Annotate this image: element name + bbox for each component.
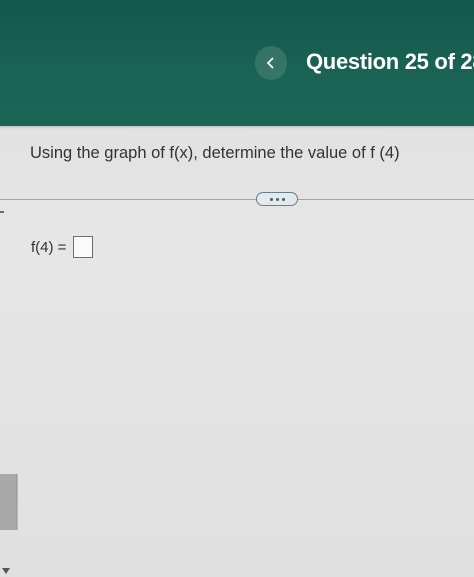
ellipsis-icon <box>269 197 273 201</box>
question-prompt: Using the graph of f(x), determine the v… <box>30 144 400 162</box>
arrow-down-icon[interactable] <box>2 568 10 574</box>
expand-question-button[interactable] <box>256 192 298 206</box>
header-shadow <box>0 126 474 129</box>
chevron-left-icon <box>266 56 276 70</box>
left-edge-marker <box>0 211 4 213</box>
scrollbar-track[interactable] <box>0 474 18 530</box>
answer-row: f(4) = <box>31 236 94 258</box>
answer-input-box[interactable] <box>73 236 94 258</box>
question-counter: Question 25 of 28 <box>306 49 474 74</box>
section-divider <box>0 199 474 200</box>
header-bar: Question 25 of 28 <box>0 0 474 126</box>
back-button[interactable] <box>255 46 287 80</box>
scrollbar-thumb[interactable] <box>0 474 17 530</box>
answer-label: f(4) = <box>31 238 67 256</box>
